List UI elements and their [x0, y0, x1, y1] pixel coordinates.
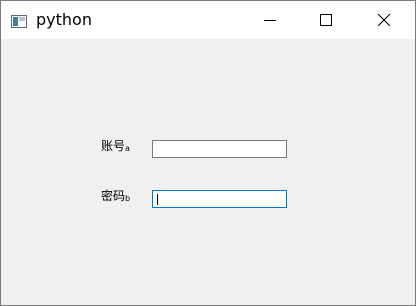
python-app-icon [11, 13, 27, 28]
minimize-icon [264, 20, 276, 21]
form-area: 账号a 密码b [1, 39, 415, 305]
maximize-button[interactable] [303, 1, 349, 39]
password-input[interactable] [152, 190, 287, 208]
text-cursor [157, 194, 158, 205]
account-label: 账号a [101, 139, 130, 153]
password-label: 密码b [101, 189, 131, 203]
app-window: python 账号a 密码b [0, 0, 416, 306]
window-title: python [36, 10, 92, 29]
close-button[interactable] [361, 1, 407, 39]
close-icon [378, 14, 390, 26]
maximize-icon [320, 14, 332, 26]
title-bar[interactable]: python [1, 1, 415, 39]
minimize-button[interactable] [247, 1, 293, 39]
account-input[interactable] [152, 140, 287, 158]
